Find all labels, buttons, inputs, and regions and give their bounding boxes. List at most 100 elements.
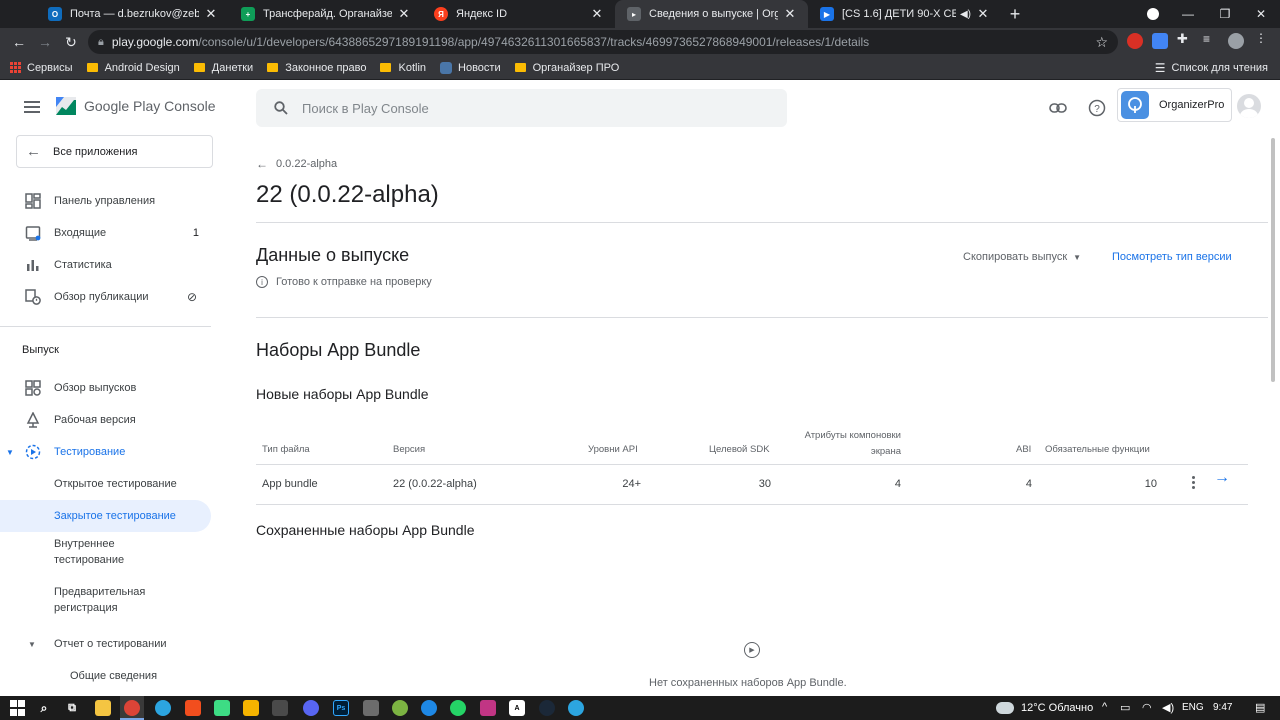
sidebar-item-publishing-overview[interactable]: Обзор публикации ⊘	[0, 281, 211, 313]
extension-red-icon[interactable]	[1127, 33, 1143, 49]
folder-icon	[86, 63, 98, 72]
sidebar-item-testing-report[interactable]: Отчет о тестировании	[0, 628, 211, 660]
sidebar-item-inbox[interactable]: Входящие 1	[0, 217, 211, 249]
bookmark-services[interactable]: Сервисы	[10, 62, 73, 74]
telegram-icon[interactable]	[155, 700, 171, 716]
close-tab-icon[interactable]: ✕	[782, 6, 798, 22]
search-icon	[274, 101, 288, 115]
volume-icon[interactable]: ◀)	[1162, 701, 1174, 714]
sidebar-item-dashboard[interactable]: Панель управления	[0, 185, 211, 217]
chrome-icon[interactable]	[124, 700, 140, 716]
chrome-menu-icon[interactable]: ⋮	[1255, 31, 1271, 47]
network-icon[interactable]: ▭	[1120, 701, 1130, 714]
address-bar[interactable]: 🔒︎ play.google.com/console/u/1/developer…	[88, 30, 1118, 54]
wifi-icon[interactable]: ◠	[1142, 701, 1152, 714]
media-controls-icon[interactable]: ≡	[1203, 32, 1219, 48]
instagram-icon[interactable]	[480, 700, 496, 716]
tray-expand-icon[interactable]: ^	[1102, 701, 1107, 713]
steam-icon[interactable]	[539, 700, 555, 716]
sidebar-item-testing[interactable]: Тестирование	[0, 436, 211, 468]
telegram-icon[interactable]	[568, 700, 584, 716]
task-view-icon[interactable]: ⧉	[64, 700, 80, 716]
close-tab-icon[interactable]: ✕	[203, 6, 219, 22]
browser-tab[interactable]: + Трансферайд. ОрганайзерПро ✕	[229, 0, 422, 28]
play-console-logo[interactable]: Google Play Console	[54, 95, 216, 117]
extension-translate-icon[interactable]	[1152, 33, 1168, 49]
close-tab-icon[interactable]: ✕	[975, 6, 991, 22]
sidebar-item-overview[interactable]: Общие сведения	[0, 660, 211, 692]
reading-list-button[interactable]: ☰ Список для чтения	[1155, 61, 1268, 75]
speaker-icon[interactable]: ◀)	[960, 9, 971, 20]
browser-tab[interactable]: O Почта — d.bezrukov@zebrains.t ✕	[36, 0, 229, 28]
language-indicator[interactable]: ENG	[1182, 702, 1204, 713]
app-selector[interactable]: OrganizerPro	[1117, 88, 1232, 122]
figma-icon[interactable]	[185, 700, 201, 716]
all-apps-button[interactable]: ← Все приложения	[16, 135, 213, 168]
copy-release-dropdown[interactable]: Скопировать выпуск ▼	[963, 251, 1081, 263]
discord-icon[interactable]	[303, 700, 319, 716]
help-icon[interactable]: ?	[1087, 98, 1107, 118]
forward-icon[interactable]: →	[32, 29, 58, 55]
sidebar-item-label: Панель управления	[54, 195, 156, 207]
menu-icon[interactable]	[24, 101, 40, 113]
profile-avatar-icon[interactable]	[1228, 33, 1244, 49]
inbox-icon	[24, 224, 42, 242]
windows-start-icon[interactable]	[9, 700, 25, 716]
file-explorer-icon[interactable]	[95, 700, 111, 716]
browser-tab[interactable]: ▶ [CS 1.6] ДЕТИ 90-Х СЕРВЕР ◀) ✕	[808, 0, 1001, 28]
bookmark-folder[interactable]: Законное право	[267, 62, 366, 74]
android-studio-icon[interactable]	[214, 700, 230, 716]
clock-time[interactable]: 9:47	[1213, 702, 1232, 713]
bookmark-vk[interactable]: Новости	[440, 61, 501, 74]
close-tab-icon[interactable]: ✕	[396, 6, 412, 22]
weather-text[interactable]: 12°C Облачно	[1021, 702, 1093, 714]
url-host: play.google.com	[111, 35, 199, 49]
section-release-title: Выпуск	[22, 344, 59, 356]
sidebar-item-open-testing[interactable]: Открытое тестирование	[0, 468, 211, 500]
sidebar-item-internal-testing[interactable]: Внутреннее тестирование	[0, 536, 211, 568]
sidebar-item-statistics[interactable]: Статистика	[0, 249, 211, 281]
back-icon[interactable]: ←	[6, 29, 32, 55]
close-tab-icon[interactable]: ✕	[589, 6, 605, 22]
title-divider	[256, 222, 1268, 223]
col-header-required-features: Обязательные функции	[1045, 444, 1150, 455]
reload-icon[interactable]: ↻	[58, 29, 84, 55]
sheets-favicon-icon: +	[241, 7, 255, 21]
new-tab-button[interactable]: +	[1001, 0, 1029, 28]
app-icon[interactable]	[392, 700, 408, 716]
browser-tab[interactable]: Я Яндекс ID ✕	[422, 0, 615, 28]
bookmark-folder[interactable]: Kotlin	[380, 62, 426, 74]
app-icon[interactable]: A	[509, 700, 525, 716]
extensions-puzzle-icon[interactable]: ✚	[1177, 31, 1193, 47]
back-to-release-link[interactable]: ← 0.0.22-alpha	[256, 157, 337, 171]
bookmark-label: Законное право	[285, 61, 367, 74]
app-icon[interactable]	[421, 700, 437, 716]
link-icon[interactable]	[1048, 98, 1068, 118]
bookmark-folder[interactable]: Органайзер ПРО	[514, 62, 619, 74]
browser-tab-active[interactable]: ▸ Сведения о выпуске | Organizer ✕	[615, 0, 808, 28]
sidebar-item-pre-registration[interactable]: Предварительная регистрация	[0, 584, 211, 616]
page-scrollbar[interactable]	[1271, 138, 1275, 382]
app-icon[interactable]	[243, 700, 259, 716]
view-version-type-link[interactable]: Посмотреть тип версии	[1112, 251, 1232, 263]
outlook-favicon-icon: O	[48, 7, 62, 21]
app-icon[interactable]	[272, 700, 288, 716]
bookmark-folder[interactable]: Android Design	[86, 62, 180, 74]
table-header-divider	[256, 464, 1248, 465]
sidebar-item-releases-overview[interactable]: Обзор выпусков	[0, 372, 211, 404]
weather-cloud-icon[interactable]	[996, 702, 1014, 714]
search-input[interactable]: Поиск в Play Console	[256, 89, 787, 127]
app-icon[interactable]	[363, 700, 379, 716]
sidebar-item-production[interactable]: Рабочая версия	[0, 404, 211, 436]
more-options-icon[interactable]	[1192, 476, 1196, 491]
whatsapp-icon[interactable]	[450, 700, 466, 716]
open-details-arrow-icon[interactable]: →	[1214, 469, 1230, 487]
close-window-button[interactable]: ✕	[1238, 0, 1280, 28]
bookmark-star-icon[interactable]: ☆	[1095, 34, 1108, 51]
account-avatar[interactable]	[1237, 94, 1261, 118]
bookmark-folder[interactable]: Данетки	[193, 62, 253, 74]
search-icon[interactable]: ⌕	[36, 700, 52, 716]
photoshop-icon[interactable]: Ps	[333, 700, 349, 716]
sidebar-item-closed-testing[interactable]: Закрытое тестирование	[0, 500, 211, 532]
notifications-icon[interactable]: ▤	[1255, 701, 1265, 714]
